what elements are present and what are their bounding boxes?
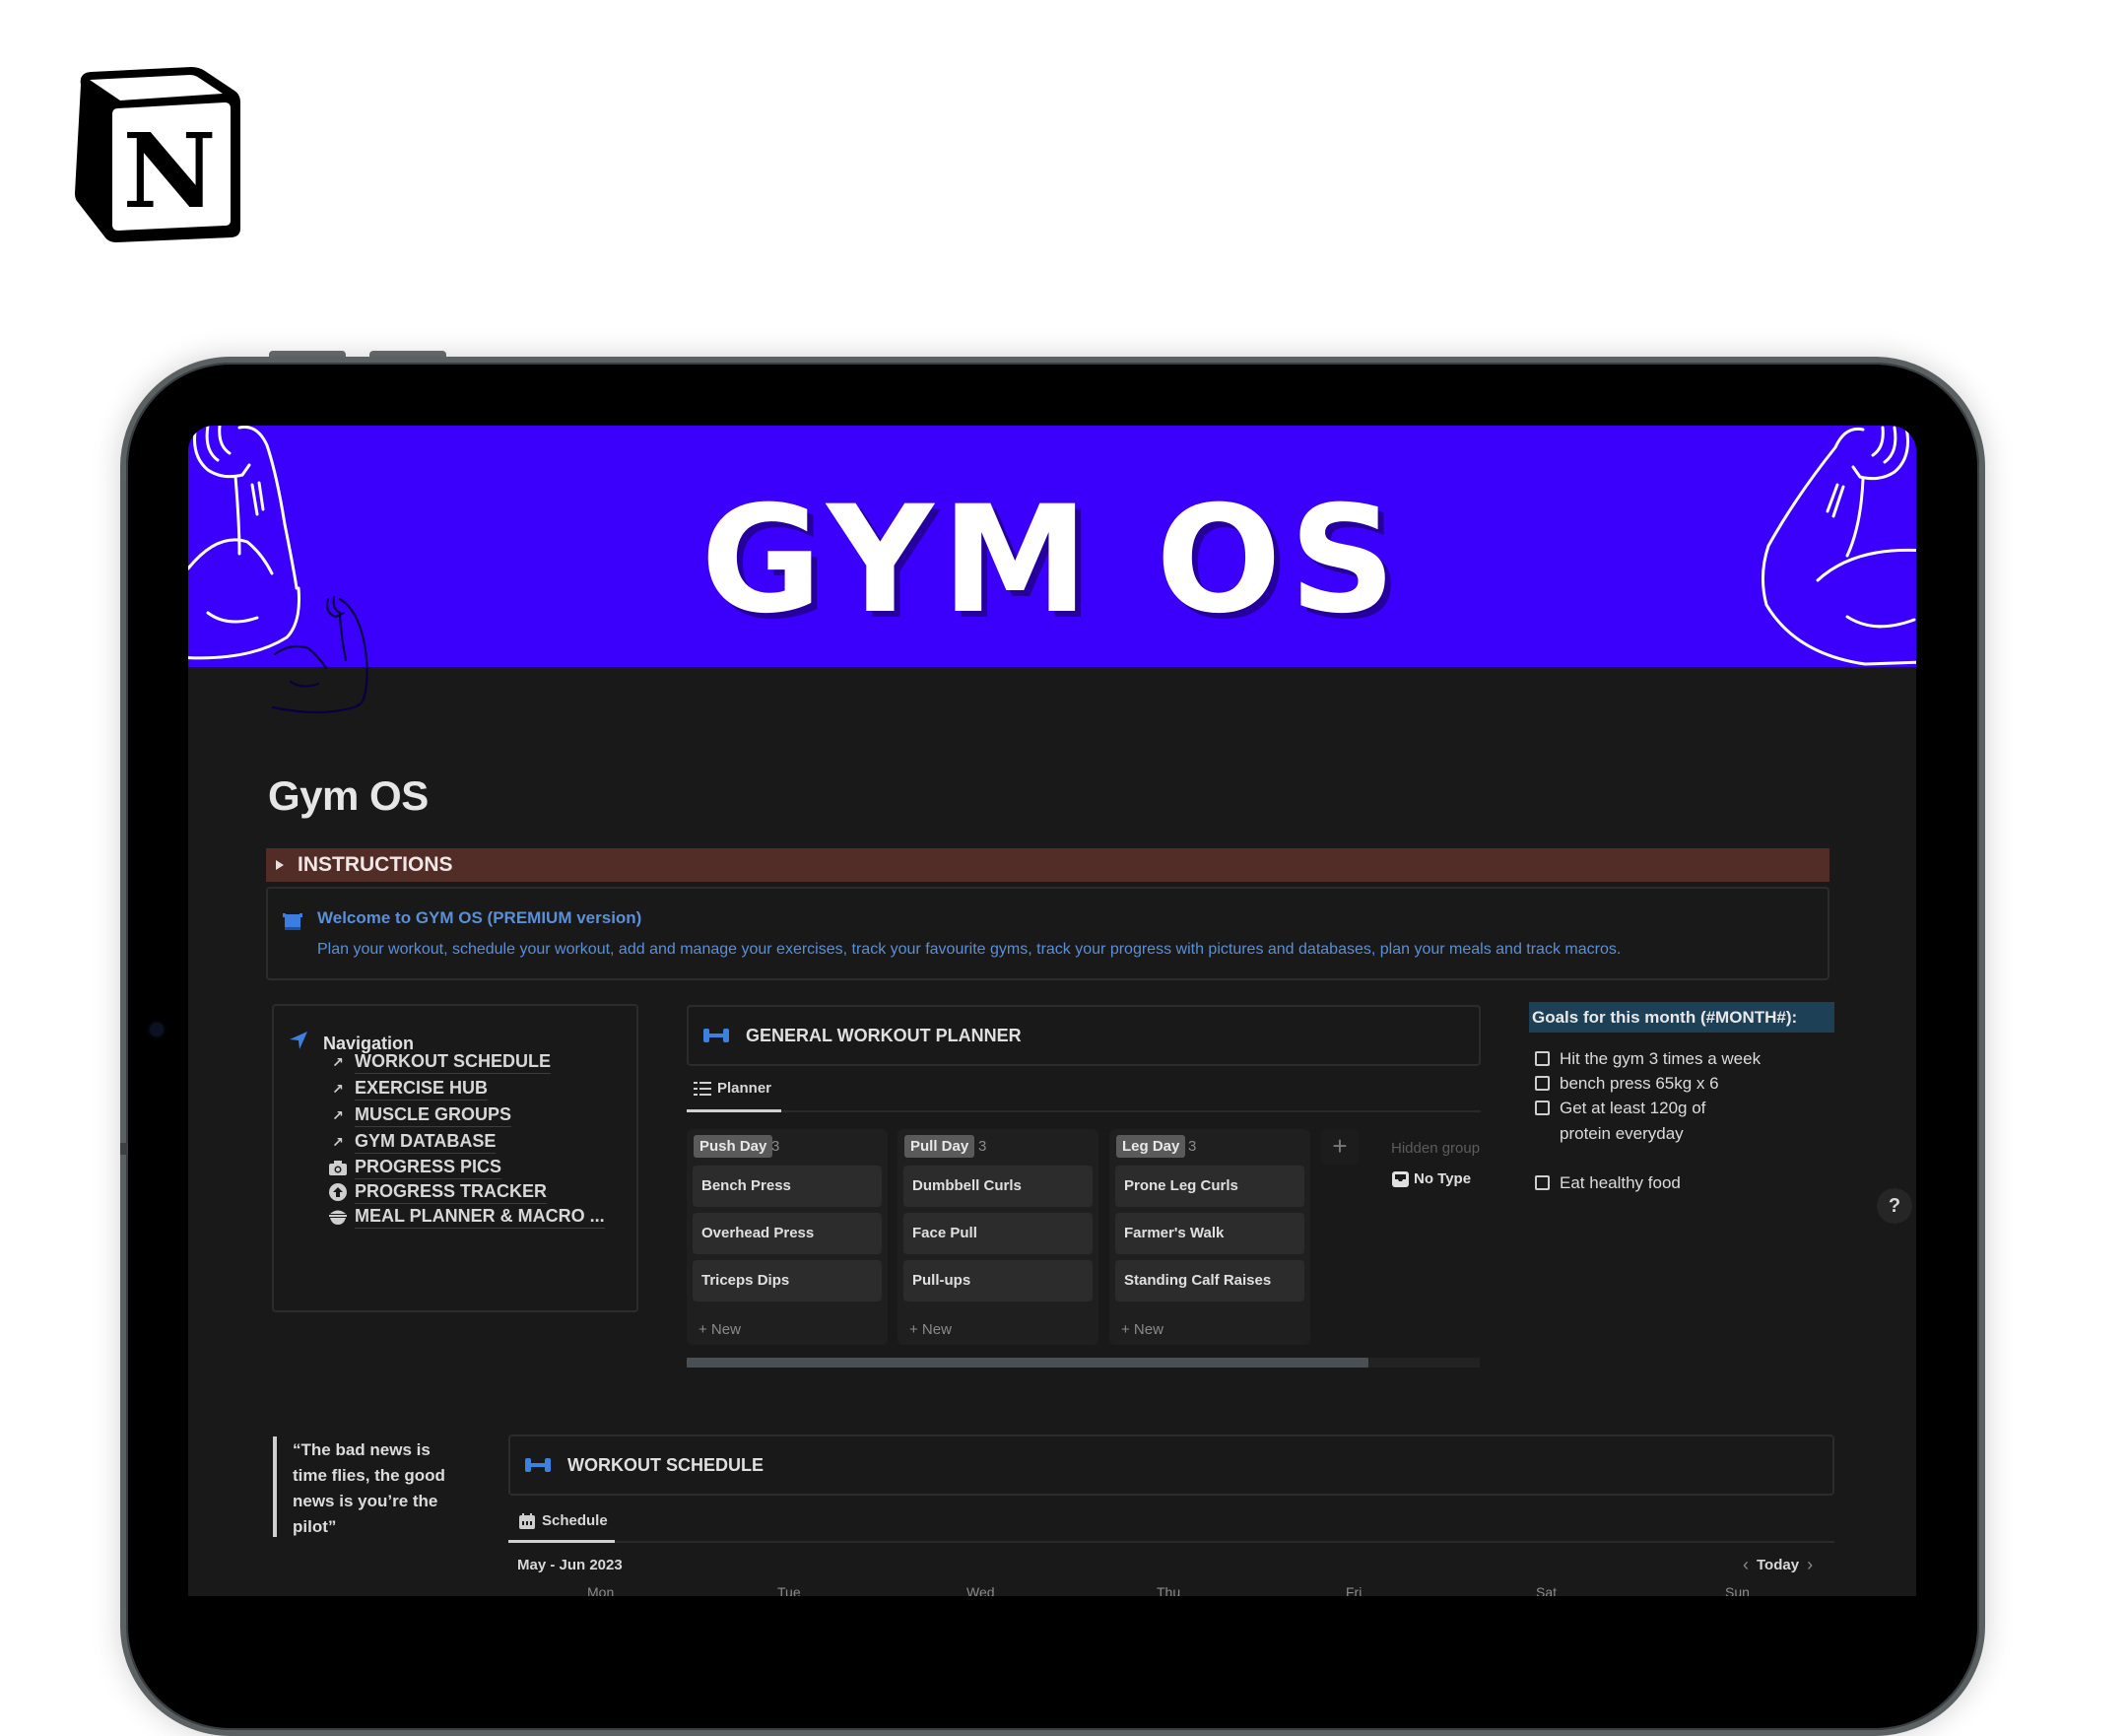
book-icon bbox=[283, 913, 302, 930]
today-button[interactable]: Today bbox=[1757, 1557, 1799, 1573]
planner-title: GENERAL WORKOUT PLANNER bbox=[746, 1025, 1022, 1045]
checkbox[interactable] bbox=[1535, 1175, 1550, 1190]
dumbbell-icon bbox=[525, 1458, 551, 1472]
group-count: 3 bbox=[978, 1138, 987, 1155]
exercise-card[interactable]: Prone Leg Curls bbox=[1115, 1166, 1304, 1207]
toggle-triangle-icon[interactable] bbox=[276, 860, 284, 870]
front-camera-icon bbox=[150, 1023, 164, 1036]
nav-link-progress-tracker[interactable]: PROGRESS TRACKER bbox=[327, 1179, 548, 1205]
link-arrow-icon: ↗ bbox=[332, 1106, 344, 1123]
device-side-mark bbox=[120, 1143, 128, 1155]
callout-body: Plan your workout, schedule your workout… bbox=[317, 941, 1622, 958]
nav-link-exercise-hub[interactable]: ↗ EXERCISE HUB bbox=[327, 1076, 489, 1102]
calendar-nav: ‹ Today › bbox=[1735, 1555, 1821, 1575]
new-card-button[interactable]: + New bbox=[698, 1321, 741, 1338]
page-title: Gym OS bbox=[268, 772, 429, 819]
notion-logo-icon: N bbox=[75, 67, 240, 242]
welcome-callout: Welcome to GYM OS (PREMIUM version) Plan… bbox=[266, 887, 1829, 980]
dumbbell-icon bbox=[703, 1029, 729, 1042]
hidden-groups-label: Hidden groups bbox=[1391, 1140, 1480, 1157]
board-column-leg-day: Leg Day 3 Prone Leg Curls Farmer's Walk … bbox=[1109, 1129, 1310, 1345]
new-card-button[interactable]: + New bbox=[909, 1321, 952, 1338]
camera-icon bbox=[327, 1157, 349, 1178]
group-tag[interactable]: Leg Day bbox=[1116, 1135, 1186, 1158]
link-arrow-icon: ↗ bbox=[332, 1133, 344, 1150]
checkbox[interactable] bbox=[1535, 1076, 1550, 1091]
goal-item[interactable]: Get at least 120g of protein everyday bbox=[1535, 1096, 1752, 1147]
quote-bar bbox=[273, 1436, 277, 1537]
exercise-card[interactable]: Farmer's Walk bbox=[1115, 1213, 1304, 1254]
schedule-header[interactable]: WORKOUT SCHEDULE bbox=[508, 1435, 1834, 1496]
calendar-range: May - Jun 2023 bbox=[517, 1557, 623, 1573]
group-count: 3 bbox=[771, 1138, 780, 1155]
group-tag[interactable]: Push Day bbox=[694, 1135, 773, 1158]
link-arrow-icon: ↗ bbox=[332, 1053, 344, 1070]
weekday-label: Fri bbox=[1346, 1584, 1363, 1596]
goal-item[interactable]: bench press 65kg x 6 bbox=[1535, 1071, 1830, 1097]
tab-divider bbox=[687, 1110, 1481, 1112]
weekday-label: Tue bbox=[777, 1584, 801, 1596]
planner-header[interactable]: GENERAL WORKOUT PLANNER bbox=[687, 1005, 1481, 1066]
nav-link-muscle-groups[interactable]: ↗ MUSCLE GROUPS bbox=[327, 1102, 512, 1128]
arrow-up-circle-icon bbox=[327, 1181, 349, 1203]
active-tab-indicator bbox=[687, 1109, 781, 1112]
weekday-label: Thu bbox=[1157, 1584, 1181, 1596]
notion-page: GYM OS Gym OS INSTRUCTIONS Welcome to GY… bbox=[188, 426, 1916, 1596]
exercise-card[interactable]: Bench Press bbox=[693, 1166, 882, 1207]
tab-planner[interactable]: Planner bbox=[694, 1080, 771, 1097]
new-card-button[interactable]: + New bbox=[1121, 1321, 1164, 1338]
board-column-pull-day: Pull Day 3 Dumbbell Curls Face Pull Pull… bbox=[898, 1129, 1098, 1345]
checkbox[interactable] bbox=[1535, 1101, 1550, 1115]
tab-divider bbox=[508, 1541, 1834, 1543]
nav-link-gym-database[interactable]: ↗ GYM DATABASE bbox=[327, 1129, 497, 1155]
weekday-label: Sun bbox=[1725, 1584, 1750, 1596]
link-arrow-icon: ↗ bbox=[332, 1080, 344, 1097]
cover-banner: GYM OS bbox=[188, 426, 1916, 667]
goal-item[interactable]: Hit the gym 3 times a week bbox=[1535, 1046, 1830, 1072]
help-button[interactable]: ? bbox=[1877, 1188, 1912, 1224]
nav-link-meal-planner[interactable]: MEAL PLANNER & MACRO ... bbox=[327, 1204, 605, 1230]
board-scrollbar-thumb[interactable] bbox=[687, 1358, 1368, 1368]
tab-schedule[interactable]: Schedule bbox=[518, 1512, 608, 1529]
nav-link-progress-pics[interactable]: PROGRESS PICS bbox=[327, 1155, 502, 1180]
chevron-right-icon[interactable]: › bbox=[1799, 1555, 1821, 1575]
hidden-group-no-type[interactable]: No Type bbox=[1392, 1170, 1471, 1187]
navigation-panel: Navigation ↗ WORKOUT SCHEDULE ↗ EXERCISE… bbox=[272, 1004, 638, 1312]
goal-item[interactable]: Eat healthy food bbox=[1535, 1170, 1830, 1196]
group-tag[interactable]: Pull Day bbox=[904, 1135, 975, 1158]
callout-heading: Welcome to GYM OS (PREMIUM version) bbox=[317, 908, 642, 927]
instructions-toggle[interactable]: INSTRUCTIONS bbox=[266, 848, 1829, 882]
schedule-title: WORKOUT SCHEDULE bbox=[567, 1454, 764, 1475]
group-count: 3 bbox=[1188, 1138, 1197, 1155]
banner-title: GYM OS bbox=[700, 475, 1404, 646]
checkbox[interactable] bbox=[1535, 1051, 1550, 1066]
exercise-card[interactable]: Overhead Press bbox=[693, 1213, 882, 1254]
nav-link-workout-schedule[interactable]: ↗ WORKOUT SCHEDULE bbox=[327, 1049, 551, 1075]
chevron-left-icon[interactable]: ‹ bbox=[1735, 1555, 1757, 1575]
exercise-card[interactable]: Dumbbell Curls bbox=[903, 1166, 1093, 1207]
add-group-button[interactable]: + bbox=[1322, 1129, 1358, 1165]
goals-heading: Goals for this month (#MONTH#): bbox=[1529, 1002, 1834, 1033]
calendar-icon bbox=[519, 1512, 535, 1529]
exercise-card[interactable]: Standing Calf Raises bbox=[1115, 1260, 1304, 1302]
exercise-card[interactable]: Pull-ups bbox=[903, 1260, 1093, 1302]
location-arrow-icon bbox=[290, 1032, 307, 1049]
active-tab-indicator bbox=[508, 1540, 615, 1543]
weekday-label: Wed bbox=[966, 1584, 995, 1596]
board-column-push-day: Push Day 3 Bench Press Overhead Press Tr… bbox=[687, 1129, 888, 1345]
instructions-label: INSTRUCTIONS bbox=[298, 853, 453, 876]
svg-text:N: N bbox=[122, 110, 216, 232]
list-checks-icon bbox=[694, 1081, 711, 1096]
weekday-label: Sat bbox=[1536, 1584, 1558, 1596]
quote-text: “The bad news is time flies, the good ne… bbox=[293, 1440, 445, 1536]
page-icon-arm[interactable] bbox=[271, 591, 404, 724]
weekday-label: Mon bbox=[587, 1584, 615, 1596]
exercise-card[interactable]: Face Pull bbox=[903, 1213, 1093, 1254]
exercise-card[interactable]: Triceps Dips bbox=[693, 1260, 882, 1302]
inbox-icon bbox=[1392, 1170, 1409, 1187]
bowl-icon bbox=[327, 1206, 349, 1228]
